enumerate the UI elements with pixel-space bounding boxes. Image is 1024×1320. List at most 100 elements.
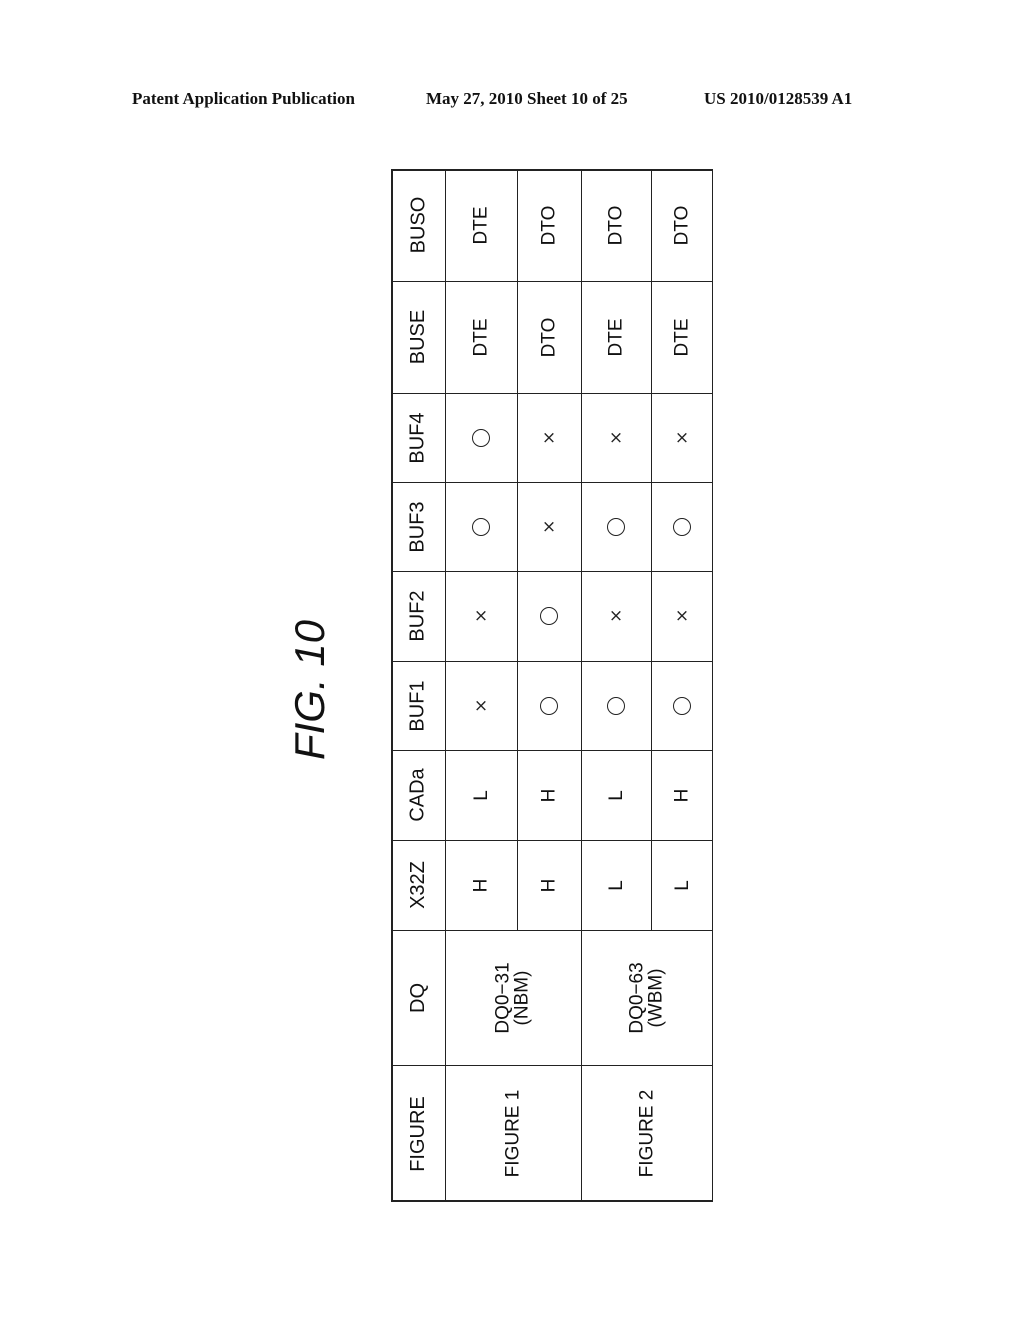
cell-text: H — [470, 878, 492, 892]
cell-buse: DTE — [651, 281, 713, 393]
cell-buso: DTO — [581, 169, 651, 281]
cell-text: DTO — [538, 317, 560, 357]
cell-text: DTE — [671, 318, 693, 356]
cell-text: BUSO — [407, 196, 429, 254]
cross-mark-icon: × — [608, 427, 624, 448]
cell-text: FIGURE 2 — [636, 1089, 658, 1178]
cell-buf3 — [445, 482, 517, 571]
cell-text: BUF3 — [407, 500, 429, 553]
header-buf4: BUF4 — [391, 393, 445, 482]
cell-text: BUF1 — [407, 679, 429, 732]
cell-cada: L — [581, 750, 651, 840]
cell-buf4: × — [517, 393, 581, 482]
cell-buf2 — [517, 571, 581, 661]
cell-text: DQ0−63 (WBM) — [626, 961, 667, 1034]
cell-text: X32Z — [407, 861, 429, 909]
cell-text: L — [470, 789, 492, 801]
cell-text: DTO — [605, 205, 627, 245]
circle-mark-icon — [540, 607, 558, 625]
cell-buso: DTE — [445, 169, 517, 281]
page-header: Patent Application Publication May 27, 2… — [0, 89, 1024, 113]
cell-buf2: × — [651, 571, 713, 661]
header-figure: FIGURE — [391, 1065, 445, 1202]
figure-title: FIG. 10 — [286, 619, 333, 761]
cell-text: FIGURE — [407, 1095, 429, 1172]
circle-mark-icon — [673, 517, 691, 536]
cross-mark-icon: × — [674, 427, 690, 448]
cell-buse: DTE — [581, 281, 651, 393]
cell-line: (WBM) — [645, 967, 667, 1028]
date-sheet: May 27, 2010 Sheet 10 of 25 — [426, 89, 628, 108]
cell-buf4: × — [651, 393, 713, 482]
cell-text: BUSE — [407, 309, 429, 365]
header-dq: DQ — [391, 930, 445, 1065]
cross-mark-icon: × — [541, 427, 557, 448]
data-table: BUSO BUSE BUF4 BUF3 BUF2 BUF1 CADa X32Z DQ FIGURE… — [391, 169, 714, 1202]
cell-text: CADa — [406, 768, 429, 822]
cell-text: DTO — [538, 205, 560, 245]
cell-text: BUF2 — [407, 590, 429, 642]
cell-text: H — [671, 788, 693, 802]
cell-buf1 — [517, 661, 581, 750]
circle-mark-icon — [607, 517, 625, 536]
cell-text: H — [538, 788, 560, 802]
cross-mark-icon: × — [473, 606, 489, 626]
cell-buf1: × — [445, 661, 517, 750]
cell-line: DQ0−31 — [492, 961, 514, 1034]
cell-text: DQ — [407, 982, 429, 1013]
cross-mark-icon: × — [674, 606, 690, 626]
cell-cada: L — [445, 750, 517, 840]
dq-cell: DQ0−31 (NBM) — [445, 930, 581, 1065]
patent-number: US 2010/0128539 A1 — [704, 89, 853, 108]
cell-text: BUF4 — [407, 411, 429, 464]
cell-text: L — [605, 789, 627, 801]
cell-x32z: H — [517, 840, 581, 930]
cell-text: H — [538, 878, 560, 892]
cell-text: DTE — [605, 318, 627, 356]
circle-mark-icon — [540, 696, 558, 715]
cell-buf1 — [651, 661, 713, 750]
circle-mark-icon — [673, 696, 691, 715]
cell-buf3 — [651, 482, 713, 571]
cell-line: DQ0−63 — [626, 961, 648, 1034]
cell-buf2: × — [581, 571, 651, 661]
cell-buf4: × — [581, 393, 651, 482]
cell-cada: H — [517, 750, 581, 840]
cell-buso: DTO — [651, 169, 713, 281]
cell-cada: H — [651, 750, 713, 840]
figure-cell: FIGURE 1 — [445, 1065, 581, 1202]
cell-buse: DTE — [445, 281, 517, 393]
header-cada: CADa — [391, 750, 445, 840]
cell-x32z: H — [445, 840, 517, 930]
cell-text: L — [605, 879, 627, 891]
cell-line: (NBM) — [511, 970, 533, 1025]
cell-x32z: L — [581, 840, 651, 930]
cross-mark-icon: × — [608, 606, 624, 626]
cell-text: DTE — [470, 318, 492, 356]
cell-buf3 — [581, 482, 651, 571]
cell-x32z: L — [651, 840, 713, 930]
header-buse: BUSE — [391, 281, 445, 393]
cell-buso: DTO — [517, 169, 581, 281]
circle-mark-icon — [472, 428, 490, 447]
cross-mark-icon: × — [541, 516, 557, 537]
cell-buf3: × — [517, 482, 581, 571]
circle-mark-icon — [607, 696, 625, 715]
header-buf1: BUF1 — [391, 661, 445, 750]
figure-cell: FIGURE 2 — [581, 1065, 713, 1202]
cell-text: DTE — [470, 206, 492, 244]
cell-text: DQ0−31 (NBM) — [492, 961, 533, 1034]
header-buf2: BUF2 — [391, 571, 445, 661]
cross-mark-icon: × — [473, 695, 489, 716]
header-x32z: X32Z — [391, 840, 445, 930]
header-buf3: BUF3 — [391, 482, 445, 571]
publication-label: Patent Application Publication — [132, 89, 355, 108]
cell-buf1 — [581, 661, 651, 750]
cell-buse: DTO — [517, 281, 581, 393]
cell-buf2: × — [445, 571, 517, 661]
cell-buf4 — [445, 393, 517, 482]
cell-text: DTO — [671, 205, 693, 245]
circle-mark-icon — [472, 517, 490, 536]
cell-text: FIGURE 1 — [502, 1089, 524, 1178]
header-buso: BUSO — [391, 169, 445, 281]
